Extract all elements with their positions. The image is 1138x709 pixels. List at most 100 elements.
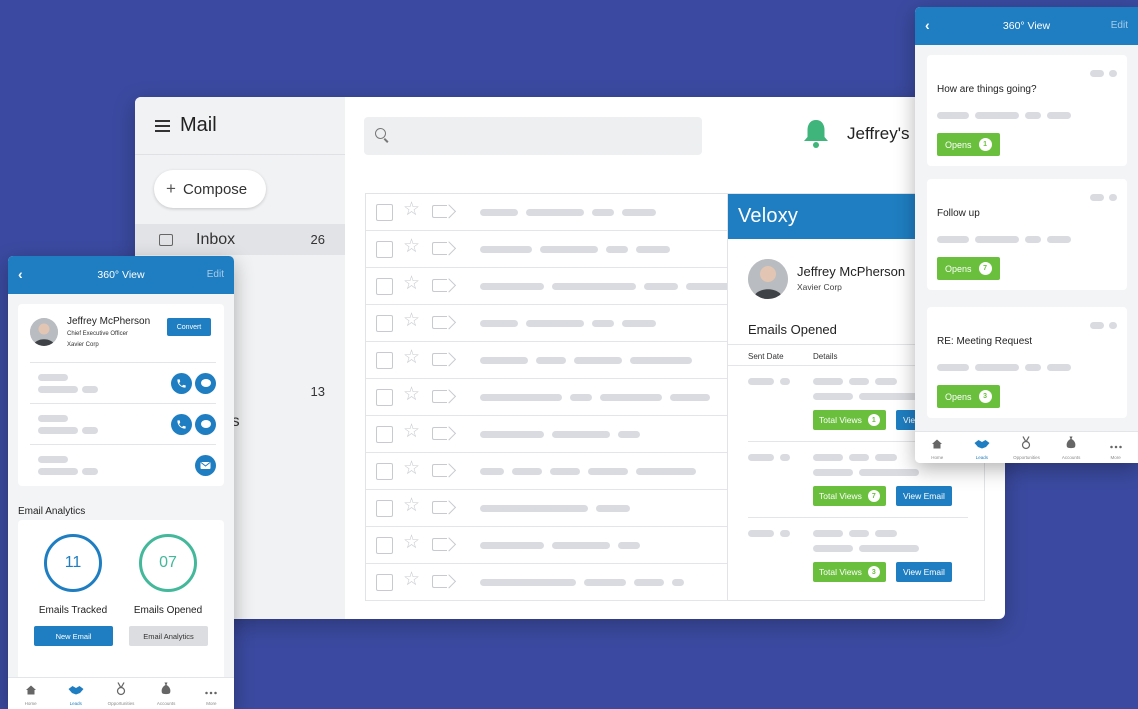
email-card[interactable]: How are things going? Opens 1 [927, 55, 1127, 166]
row-checkbox[interactable] [376, 204, 393, 221]
total-views-button[interactable]: Total Views 7 [813, 486, 886, 506]
tab-more[interactable]: More [189, 678, 234, 709]
opens-button[interactable]: Opens 3 [937, 385, 1000, 408]
sidebar-item-inbox[interactable]: Inbox 26 [135, 224, 345, 255]
label-tag-icon[interactable] [432, 501, 447, 514]
home-icon [932, 436, 943, 454]
mail-row[interactable]: ☆ [366, 490, 727, 527]
label-tag-icon[interactable] [432, 242, 447, 255]
tab-opportunities[interactable]: Opportunities [1004, 432, 1049, 463]
edit-button[interactable]: Edit [207, 269, 224, 280]
mail-row[interactable]: ☆ [366, 231, 727, 268]
new-email-button[interactable]: New Email [34, 626, 113, 646]
mail-row[interactable]: ☆ [366, 527, 727, 564]
label-tag-icon[interactable] [432, 353, 447, 366]
phone-icon[interactable] [171, 373, 192, 394]
row-preview [480, 246, 670, 253]
search-icon [375, 128, 386, 139]
mail-row[interactable]: ☆ [366, 268, 754, 305]
total-views-button[interactable]: Total Views 1 [813, 410, 886, 430]
star-icon[interactable]: ☆ [403, 496, 420, 515]
row-preview [480, 394, 710, 401]
row-checkbox[interactable] [376, 500, 393, 517]
row-checkbox[interactable] [376, 463, 393, 480]
label-tag-icon[interactable] [432, 538, 447, 551]
tab-leads[interactable]: Leads [53, 678, 98, 709]
star-icon[interactable]: ☆ [403, 274, 420, 293]
tab-more[interactable]: More [1093, 432, 1138, 463]
compose-button[interactable]: + Compose [154, 170, 266, 208]
star-icon[interactable]: ☆ [403, 311, 420, 330]
star-icon[interactable]: ☆ [403, 385, 420, 404]
mail-row[interactable]: ☆ [366, 564, 727, 601]
label-tag-icon[interactable] [432, 427, 447, 440]
label-tag-icon[interactable] [432, 279, 447, 292]
star-icon[interactable]: ☆ [403, 348, 420, 367]
opens-count: 3 [978, 390, 992, 403]
veloxy-logo: Veloxy [738, 205, 799, 227]
chat-icon[interactable] [195, 373, 216, 394]
tab-accounts[interactable]: Accounts [144, 678, 189, 709]
email-card[interactable]: Follow up Opens 7 [927, 179, 1127, 290]
tab-home[interactable]: Home [8, 678, 53, 709]
row-checkbox[interactable] [376, 278, 393, 295]
view-email-label: View Email [903, 567, 945, 577]
tab-accounts[interactable]: Accounts [1049, 432, 1094, 463]
opens-button[interactable]: Opens 7 [937, 257, 1000, 280]
contact-name: Jeffrey McPherson [67, 316, 151, 327]
column-header-details: Details [813, 352, 838, 361]
email-analytics-button[interactable]: Email Analytics [129, 626, 208, 646]
row-preview [480, 209, 656, 216]
mail-row[interactable]: ☆ [366, 379, 727, 416]
label-tag-icon[interactable] [432, 316, 447, 329]
mail-row[interactable]: ☆ [366, 194, 727, 231]
star-icon[interactable]: ☆ [403, 570, 420, 589]
bell-icon[interactable] [801, 117, 831, 149]
email-subject: RE: Meeting Request [937, 336, 1033, 347]
star-icon[interactable]: ☆ [403, 533, 420, 552]
mail-row[interactable]: ☆ [366, 342, 727, 379]
mobile-header-title: 360° View [97, 269, 145, 281]
tab-opportunities[interactable]: Opportunities [98, 678, 143, 709]
row-checkbox[interactable] [376, 426, 393, 443]
row-checkbox[interactable] [376, 389, 393, 406]
email-subject: How are things going? [937, 84, 1037, 95]
hamburger-menu-icon[interactable] [155, 119, 170, 132]
star-icon[interactable]: ☆ [403, 422, 420, 441]
phone-icon[interactable] [171, 414, 192, 435]
view-email-button[interactable]: View Email [896, 486, 952, 506]
label-tag-icon[interactable] [432, 390, 447, 403]
column-header-sent-date: Sent Date [748, 352, 784, 361]
avatar [30, 318, 58, 346]
star-icon[interactable]: ☆ [403, 237, 420, 256]
opens-button[interactable]: Opens 1 [937, 133, 1000, 156]
chat-icon[interactable] [195, 414, 216, 435]
total-views-button[interactable]: Total Views 3 [813, 562, 886, 582]
convert-button[interactable]: Convert [167, 318, 211, 336]
email-icon[interactable] [195, 455, 216, 476]
email-card[interactable]: RE: Meeting Request Opens 3 [927, 307, 1127, 418]
row-preview [480, 468, 696, 475]
more-icon [1109, 436, 1122, 454]
tab-home[interactable]: Home [915, 432, 960, 463]
bottom-tab-bar: Home Leads Opportunities Accounts More [8, 677, 234, 709]
label-tag-icon[interactable] [432, 575, 447, 588]
mail-row[interactable]: ☆ [366, 305, 727, 342]
mail-row[interactable]: ☆ [366, 453, 727, 490]
mail-title: Mail [155, 114, 217, 137]
search-input[interactable] [364, 117, 702, 155]
row-checkbox[interactable] [376, 574, 393, 591]
view-email-button[interactable]: View Email [896, 562, 952, 582]
row-checkbox[interactable] [376, 315, 393, 332]
tab-leads[interactable]: Leads [960, 432, 1005, 463]
emails-opened-label: Emails Opened [133, 605, 203, 616]
label-tag-icon[interactable] [432, 464, 447, 477]
label-tag-icon[interactable] [432, 205, 447, 218]
mail-row[interactable]: ☆ [366, 416, 727, 453]
star-icon[interactable]: ☆ [403, 200, 420, 219]
edit-button[interactable]: Edit [1111, 20, 1128, 31]
star-icon[interactable]: ☆ [403, 459, 420, 478]
row-checkbox[interactable] [376, 241, 393, 258]
row-checkbox[interactable] [376, 352, 393, 369]
row-checkbox[interactable] [376, 537, 393, 554]
